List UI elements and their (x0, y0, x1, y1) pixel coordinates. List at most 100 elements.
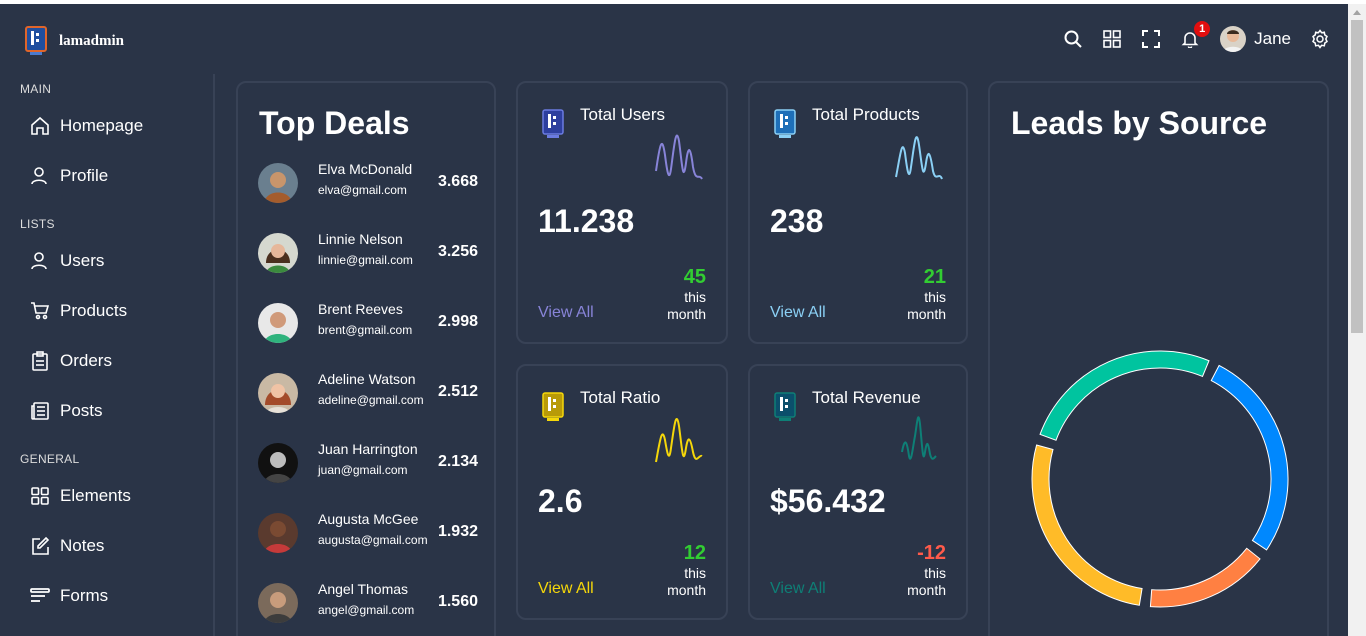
avatar (258, 443, 298, 483)
users-stat-icon (542, 109, 564, 138)
stat-percentage: 45 (683, 266, 706, 288)
deal-amount: 2.512 (437, 383, 478, 400)
deal-amount: 1.932 (437, 523, 478, 540)
view-all-link[interactable]: View All (538, 580, 594, 598)
donut-slice-3[interactable] (1031, 444, 1143, 606)
sparkline-chart (655, 418, 703, 463)
sidebar-item-label: Elements (60, 486, 131, 505)
deal-email: juan@gmail.com (318, 463, 408, 477)
avatar (258, 233, 298, 273)
deal-amount: 1.560 (437, 593, 478, 610)
newspaper-icon (30, 401, 50, 421)
total-products-card: Total Products 238 21 this month View Al… (748, 81, 968, 344)
sidebar-item-notes[interactable]: Notes (30, 534, 104, 558)
navbar: lamadmin 1 Jane (0, 4, 1348, 74)
note-icon (30, 536, 50, 556)
sidebar-item-label: Posts (60, 401, 103, 420)
avatar (1220, 26, 1247, 52)
sidebar-item-elements[interactable]: Elements (30, 484, 131, 508)
notification-bell-icon[interactable]: 1 (1180, 21, 1211, 49)
stat-title: Total Products (812, 105, 920, 124)
grid-icon (30, 486, 50, 506)
notification-badge: 1 (1194, 21, 1211, 37)
user-icon (30, 166, 50, 186)
deal-name: Elva McDonald (318, 161, 413, 177)
list-item[interactable]: Angel Thomas angel@gmail.com 1.560 (258, 581, 478, 625)
search-icon[interactable] (1063, 29, 1083, 49)
apps-grid-icon[interactable] (1102, 29, 1122, 49)
section-title-main: MAIN (20, 82, 52, 96)
stat-value: 238 (770, 203, 824, 239)
deal-email: linnie@gmail.com (318, 253, 413, 267)
deal-amount: 2.134 (437, 453, 478, 470)
sparkline-chart (901, 416, 937, 460)
stat-period: this month (667, 289, 706, 322)
scrollbar-thumb[interactable] (1351, 20, 1363, 333)
sidebar-item-label: Users (60, 251, 105, 270)
sidebar-item-forms[interactable]: Forms (30, 584, 108, 608)
revenue-stat-icon (774, 392, 796, 421)
stat-value: 2.6 (538, 483, 583, 519)
deal-name: Brent Reeves (318, 301, 403, 317)
forms-icon (30, 586, 50, 606)
donut-slice-1[interactable] (1210, 364, 1289, 551)
cart-icon (30, 301, 50, 321)
avatar (258, 513, 298, 553)
stat-percentage: 21 (923, 266, 946, 288)
products-stat-icon (774, 109, 796, 138)
sidebar-item-users[interactable]: Users (30, 249, 104, 273)
sidebar-item-profile[interactable]: Profile (30, 164, 108, 188)
home-icon (30, 116, 50, 136)
section-title-lists: LISTS (20, 217, 55, 231)
sidebar: MAIN Homepage Profile LISTS Users Produc… (0, 74, 215, 636)
deal-email: augusta@gmail.com (318, 533, 428, 547)
deal-email: elva@gmail.com (318, 183, 407, 197)
list-item[interactable]: Brent Reeves brent@gmail.com 2.998 (258, 301, 478, 345)
settings-gear-icon[interactable] (1310, 29, 1330, 49)
list-item[interactable]: Adeline Watson adeline@gmail.com 2.512 (258, 371, 478, 415)
stat-title: Total Users (580, 105, 666, 124)
total-users-card: Total Users 11.238 45 this month View Al… (516, 81, 728, 344)
list-item[interactable]: Elva McDonald elva@gmail.com 3.668 (258, 161, 478, 205)
avatar (258, 373, 298, 413)
navbar-actions: 1 Jane (1044, 21, 1330, 52)
view-all-link[interactable]: View All (770, 580, 826, 598)
deal-name: Augusta McGee (318, 511, 419, 527)
deal-name: Juan Harrington (318, 441, 418, 457)
user-icon (30, 251, 50, 271)
list-item[interactable]: Augusta McGee augusta@gmail.com 1.932 (258, 511, 478, 555)
logo[interactable]: lamadmin (25, 26, 124, 56)
sidebar-item-posts[interactable]: Posts (30, 399, 103, 423)
vertical-scrollbar[interactable] (1348, 4, 1366, 636)
sidebar-item-orders[interactable]: Orders (30, 349, 112, 373)
user-name: Jane (1254, 29, 1291, 48)
deal-amount: 3.256 (437, 243, 478, 260)
list-item[interactable]: Linnie Nelson linnie@gmail.com 3.256 (258, 231, 478, 275)
avatar (258, 583, 298, 623)
leads-title: Leads by Source (1011, 105, 1268, 141)
scroll-up-arrow-icon[interactable] (1353, 10, 1361, 15)
sparkline-chart (655, 134, 703, 180)
stat-title: Total Ratio (580, 388, 661, 407)
fullscreen-icon[interactable] (1141, 29, 1161, 49)
sidebar-item-products[interactable]: Products (30, 299, 127, 323)
stat-title: Total Revenue (812, 388, 921, 407)
view-all-link[interactable]: View All (538, 304, 594, 322)
stat-value: $56.432 (770, 483, 886, 519)
deal-amount: 2.998 (437, 313, 478, 330)
section-title-general: GENERAL (20, 452, 80, 466)
list-item[interactable]: Juan Harrington juan@gmail.com 2.134 (258, 441, 478, 485)
deal-email: adeline@gmail.com (318, 393, 424, 407)
sidebar-item-label: Notes (60, 536, 105, 555)
deal-name: Linnie Nelson (318, 231, 403, 247)
user-menu[interactable]: Jane (1220, 26, 1291, 52)
avatar (258, 303, 298, 343)
top-deals-title: Top Deals (259, 105, 410, 141)
total-ratio-card: Total Ratio 2.6 12 this month View All (516, 364, 728, 620)
sidebar-item-label: Products (60, 301, 128, 320)
leads-donut-chart (1031, 350, 1289, 608)
sidebar-item-homepage[interactable]: Homepage (30, 114, 143, 138)
view-all-link[interactable]: View All (770, 304, 826, 322)
donut-slice-4[interactable] (1039, 350, 1210, 441)
donut-slice-2[interactable] (1149, 547, 1261, 608)
